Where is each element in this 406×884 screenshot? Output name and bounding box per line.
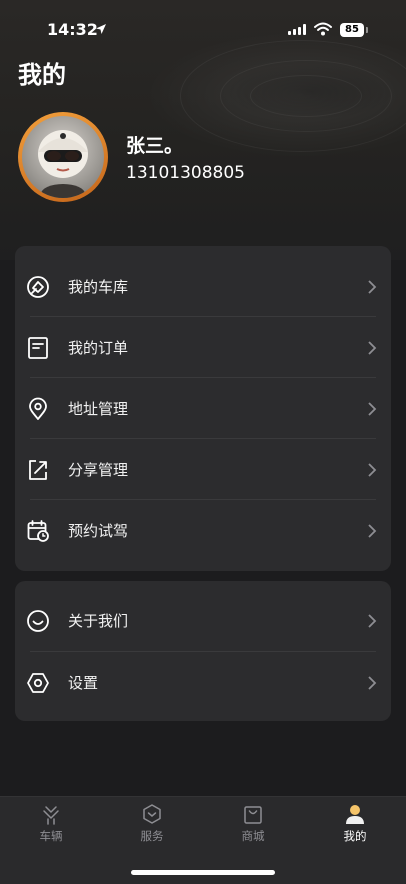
status-bar: 14:32 85 [0, 0, 406, 52]
chevron-right-icon [368, 402, 377, 416]
tab-vehicle[interactable]: 车辆 [21, 803, 81, 844]
settings-hexagon-icon [27, 673, 49, 693]
tab-label: 服务 [140, 829, 164, 843]
menu-card-primary: 我的车库 我的订单 地址管理 分享管理 预约试驾 [15, 246, 391, 571]
menu-card-secondary: 关于我们 设置 [15, 581, 391, 721]
menu-item-address[interactable]: 地址管理 [15, 378, 391, 439]
menu-label: 我的订单 [68, 339, 129, 357]
avatar-illustration [38, 130, 88, 198]
chevron-right-icon [368, 280, 377, 294]
share-icon [29, 460, 47, 480]
battery-level: 85 [340, 23, 364, 37]
garage-icon [27, 276, 49, 298]
tab-label: 车辆 [39, 829, 63, 843]
menu-label: 关于我们 [68, 612, 129, 630]
menu-item-settings[interactable]: 设置 [15, 652, 391, 713]
avatar-image [22, 116, 104, 198]
tab-shop[interactable]: 商城 [223, 803, 283, 844]
page-title: 我的 [18, 61, 66, 89]
calendar-clock-icon [27, 520, 49, 542]
ripple-decoration [250, 75, 362, 117]
smile-icon [27, 610, 49, 632]
menu-label: 分享管理 [68, 461, 129, 479]
user-phone: 13101308805 [126, 163, 245, 183]
status-time: 14:32 [47, 20, 98, 39]
menu-label: 地址管理 [68, 400, 129, 418]
chevron-right-icon [368, 463, 377, 477]
order-icon [28, 337, 48, 359]
tab-label: 我的 [343, 829, 367, 843]
battery-tip [366, 27, 368, 33]
shopping-bag-icon [244, 806, 262, 824]
service-icon [143, 804, 161, 824]
menu-item-about[interactable]: 关于我们 [15, 590, 391, 651]
location-pin-icon [29, 397, 47, 420]
chevron-right-icon [368, 341, 377, 355]
wifi-icon [314, 22, 332, 36]
person-icon [346, 805, 364, 824]
tab-mine[interactable]: 我的 [325, 803, 385, 844]
chevron-right-icon [368, 524, 377, 538]
avatar[interactable] [18, 112, 108, 202]
tab-label: 商城 [241, 829, 265, 843]
menu-label: 设置 [68, 674, 99, 692]
menu-item-share[interactable]: 分享管理 [15, 439, 391, 500]
menu-item-test-drive[interactable]: 预约试驾 [15, 500, 391, 561]
location-arrow-icon [96, 24, 106, 34]
menu-label: 我的车库 [68, 278, 129, 296]
menu-item-garage[interactable]: 我的车库 [15, 256, 391, 317]
tab-service[interactable]: 服务 [122, 803, 182, 844]
chevron-right-icon [368, 614, 377, 628]
menu-item-orders[interactable]: 我的订单 [15, 317, 391, 378]
cellular-signal-icon [288, 24, 306, 35]
user-name: 张三。 [126, 135, 184, 157]
home-indicator [131, 870, 275, 875]
vehicle-icon [43, 806, 59, 825]
chevron-right-icon [368, 676, 377, 690]
menu-label: 预约试驾 [68, 522, 129, 540]
